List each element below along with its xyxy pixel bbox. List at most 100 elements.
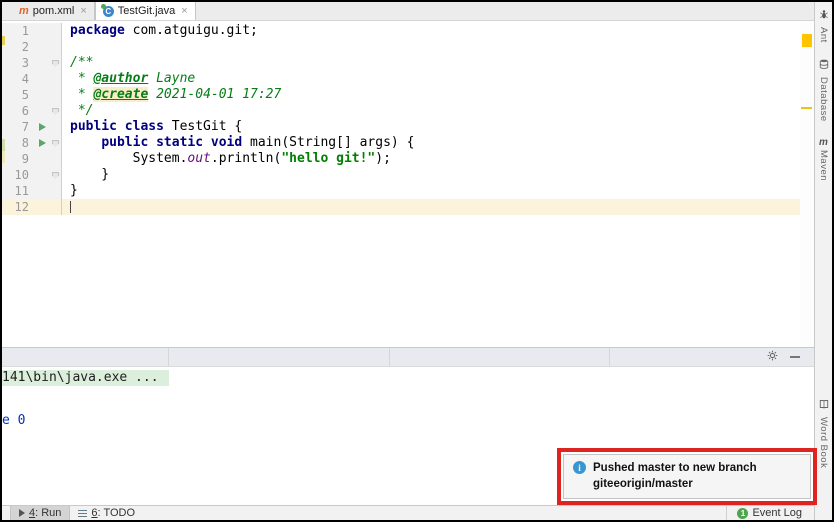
toolwindow-button-todo[interactable]: 6: TODO [70,506,143,520]
run-gutter-icon[interactable] [34,119,50,135]
editor-tab-TestGit.java[interactable]: C TestGit.java × [94,2,196,20]
panel-divider [389,348,390,366]
line-number: 8 [2,135,34,151]
panel-divider [168,348,169,366]
fold-marker-icon[interactable] [50,103,62,119]
fold-column [50,151,62,167]
toolwindow-tab-label: Word Book [818,416,829,468]
gutter-cell [34,23,50,39]
gutter-cell [34,39,50,55]
info-icon: i [573,461,586,474]
line-number: 7 [2,119,34,135]
fold-marker-icon[interactable] [50,135,62,151]
ide-window: m pom.xml × C TestGit.java × 1 package com.atg… [0,0,834,522]
code-text [62,199,800,215]
fold-column [50,39,62,55]
status-bar: 4: Run 6: TODO 1 Event Log [2,505,814,520]
code-line-1[interactable]: 1 package com.atguigu.git; [2,23,800,39]
ant-icon [819,6,829,24]
code-line-4[interactable]: 4 * @author Layne [2,71,800,87]
close-tab-icon[interactable]: × [80,5,86,17]
code-text: public class TestGit { [70,119,243,134]
code-line-2[interactable]: 2 [2,39,800,55]
hide-panel-icon[interactable] [790,356,800,358]
database-icon [819,56,829,74]
toolwindow-tab-maven[interactable]: m Maven [818,137,829,182]
toolwindow-tab-word-book[interactable]: Word Book [818,396,829,468]
warning-stripe-mark[interactable] [801,107,812,109]
inspection-indicator-icon[interactable] [802,34,812,47]
gutter-change-mark [2,151,5,163]
code-text: } [70,183,78,198]
line-number: 12 [2,199,34,215]
code-line-11[interactable]: 11} [2,183,800,199]
code-text: package com.atguigu.git; [70,23,258,38]
close-tab-icon[interactable]: × [181,5,187,17]
code-text: public static void main(String[] args) { [101,135,415,150]
code-line-12[interactable]: 12 [2,199,800,215]
event-log-button[interactable]: 1 Event Log [726,506,814,520]
event-log-label: Event Log [752,507,802,519]
maven-icon: m [819,137,828,149]
line-number: 1 [2,23,34,39]
java-class-icon: C [100,3,114,17]
text-caret [70,200,71,213]
gutter-change-mark [2,36,5,45]
code-line-9[interactable]: 9 System.out.println("hello git!"); [2,151,800,167]
run-button-label: 4: Run [29,507,62,519]
toolwindow-tab-label: Maven [818,150,829,182]
panel-divider [609,348,610,366]
maven-file-icon: m [19,5,29,17]
toolwindow-tab-label: Ant [818,27,829,43]
code-line-8[interactable]: 8 public static void main(String[] args)… [2,135,800,151]
console-output-line: 141\bin\java.exe ... [2,370,169,386]
todo-button-label: 6: TODO [91,507,136,519]
gutter-cell [34,71,50,87]
line-number: 9 [2,151,34,167]
console-exit-line: e 0 [2,413,26,428]
gutter-cell [34,183,50,199]
red-annotation-box: i Pushed master to new branch giteeorigi… [557,448,817,505]
gutter-cell [34,103,50,119]
code-line-10[interactable]: 10 } [2,167,800,183]
editor-tab-bar: m pom.xml × C TestGit.java × [2,2,814,21]
line-number: 6 [2,103,34,119]
run-play-icon [19,509,25,517]
settings-gear-icon[interactable] [767,348,778,366]
tab-label: pom.xml [32,5,75,17]
gutter-cell [34,199,50,215]
error-stripe[interactable] [800,21,814,347]
toolwindow-button-run[interactable]: 4: Run [10,506,71,520]
gutter-cell [34,151,50,167]
fold-marker-icon[interactable] [50,55,62,71]
notification-text: Pushed master to new branch giteeorigin/… [593,462,757,490]
run-gutter-icon[interactable] [34,135,50,151]
code-text: * @create 2021-04-01 17:27 [70,87,282,102]
right-toolwindow-bar: Ant Database m Maven Word Book [814,2,832,520]
code-line-6[interactable]: 6 */ [2,103,800,119]
code-editor[interactable]: 1 package com.atguigu.git; 2 3/** 4 * @autho… [2,21,814,347]
code-text: /** [70,55,94,70]
line-number: 3 [2,55,34,71]
code-line-3[interactable]: 3 /** [2,55,800,71]
code-text: } [70,167,110,182]
tab-label: TestGit.java [117,5,176,17]
editor-tab-pom.xml[interactable]: m pom.xml × [12,2,95,20]
toolwindow-tab-ant[interactable]: Ant [818,6,829,43]
fold-marker-icon[interactable] [50,167,62,183]
line-number: 4 [2,71,34,87]
line-number: 5 [2,87,34,103]
line-number: 10 [2,167,34,183]
toolwindow-tab-database[interactable]: Database [818,56,829,121]
gutter-cell [34,55,50,71]
code-line-5[interactable]: 5 * @create 2021-04-01 17:27 [2,87,800,103]
run-console[interactable]: 141\bin\java.exe ... e 0 i Pushed master… [2,367,817,505]
code-text: System.out.println("hello git!"); [70,151,391,166]
gutter-cell [34,167,50,183]
gutter-change-mark [2,139,5,151]
fold-column [50,23,62,39]
code-text: * @author Layne [70,71,196,86]
notification-balloon[interactable]: i Pushed master to new branch giteeorigi… [563,454,811,499]
code-line-7[interactable]: 7 public class TestGit { [2,119,800,135]
